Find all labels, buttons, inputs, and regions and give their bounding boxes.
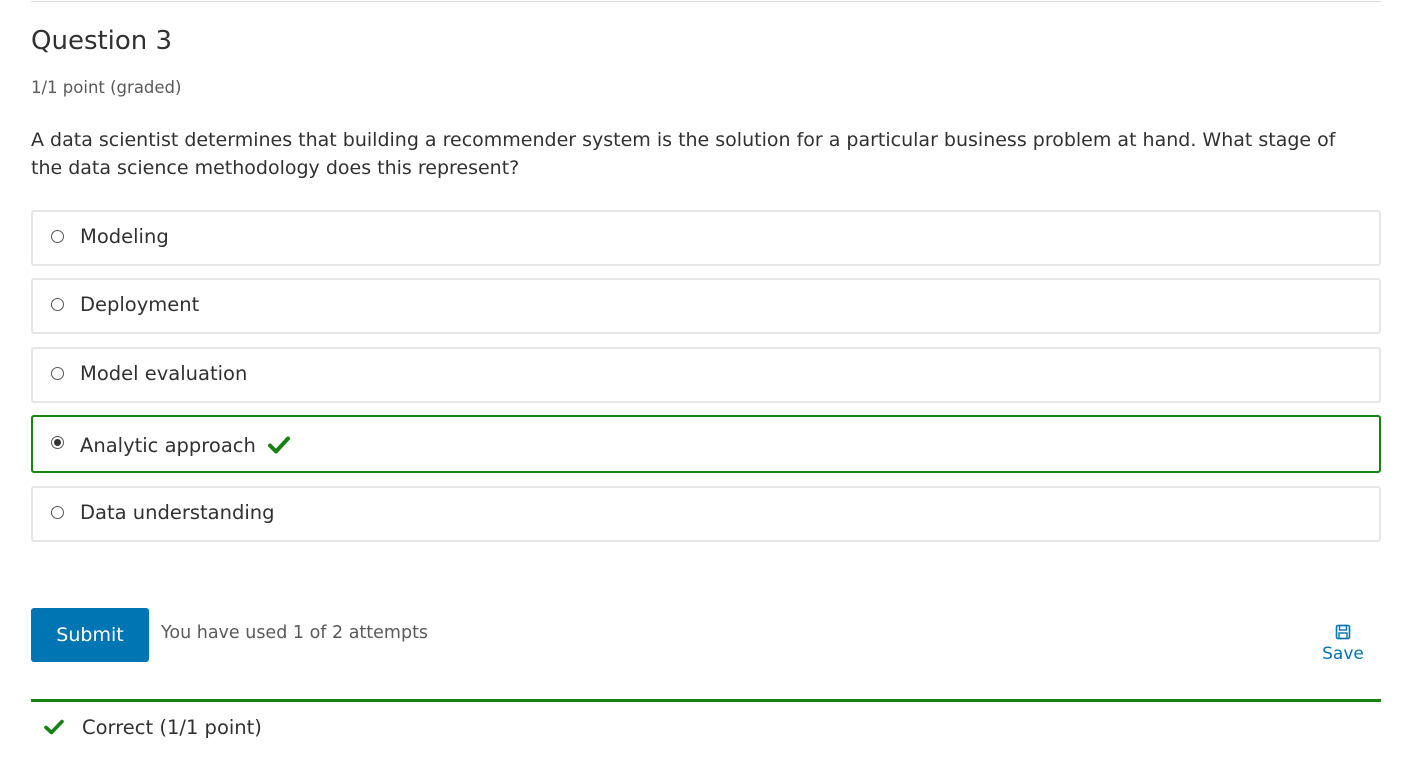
- radio-button[interactable]: [51, 298, 64, 311]
- radio-button[interactable]: [51, 367, 64, 380]
- top-divider: [31, 1, 1381, 2]
- choice-label-wrap: Analytic approach: [80, 433, 291, 459]
- radio-button[interactable]: [51, 506, 64, 519]
- choice-label: Modeling: [80, 225, 169, 248]
- radio-button[interactable]: [51, 230, 64, 243]
- checkmark-icon: [44, 719, 64, 735]
- choice-label: Analytic approach: [80, 434, 256, 457]
- question-prompt: A data scientist determines that buildin…: [31, 129, 1336, 179]
- choice-label: Data understanding: [80, 501, 275, 524]
- choice-option-analytic-approach[interactable]: Analytic approach: [31, 415, 1381, 473]
- choice-option-deployment[interactable]: Deployment: [31, 278, 1381, 334]
- attempts-text: You have used 1 of 2 attempts: [161, 623, 429, 643]
- result-text: Correct (1/1 point): [82, 716, 262, 739]
- save-button[interactable]: Save: [1316, 624, 1370, 665]
- radio-button-selected[interactable]: [51, 436, 64, 449]
- question-title: Question 3: [31, 26, 173, 56]
- submit-button[interactable]: Submit: [31, 608, 149, 662]
- result-divider: [31, 699, 1381, 702]
- choice-option-model-evaluation[interactable]: Model evaluation: [31, 347, 1381, 403]
- choice-option-modeling[interactable]: Modeling: [31, 210, 1381, 266]
- save-label: Save: [1322, 644, 1364, 664]
- question-points: 1/1 point (graded): [31, 78, 182, 97]
- choice-label: Deployment: [80, 293, 200, 316]
- save-icon: [1335, 624, 1351, 640]
- checkmark-icon: [268, 436, 291, 453]
- choice-option-data-understanding[interactable]: Data understanding: [31, 486, 1381, 542]
- choice-label: Model evaluation: [80, 362, 248, 385]
